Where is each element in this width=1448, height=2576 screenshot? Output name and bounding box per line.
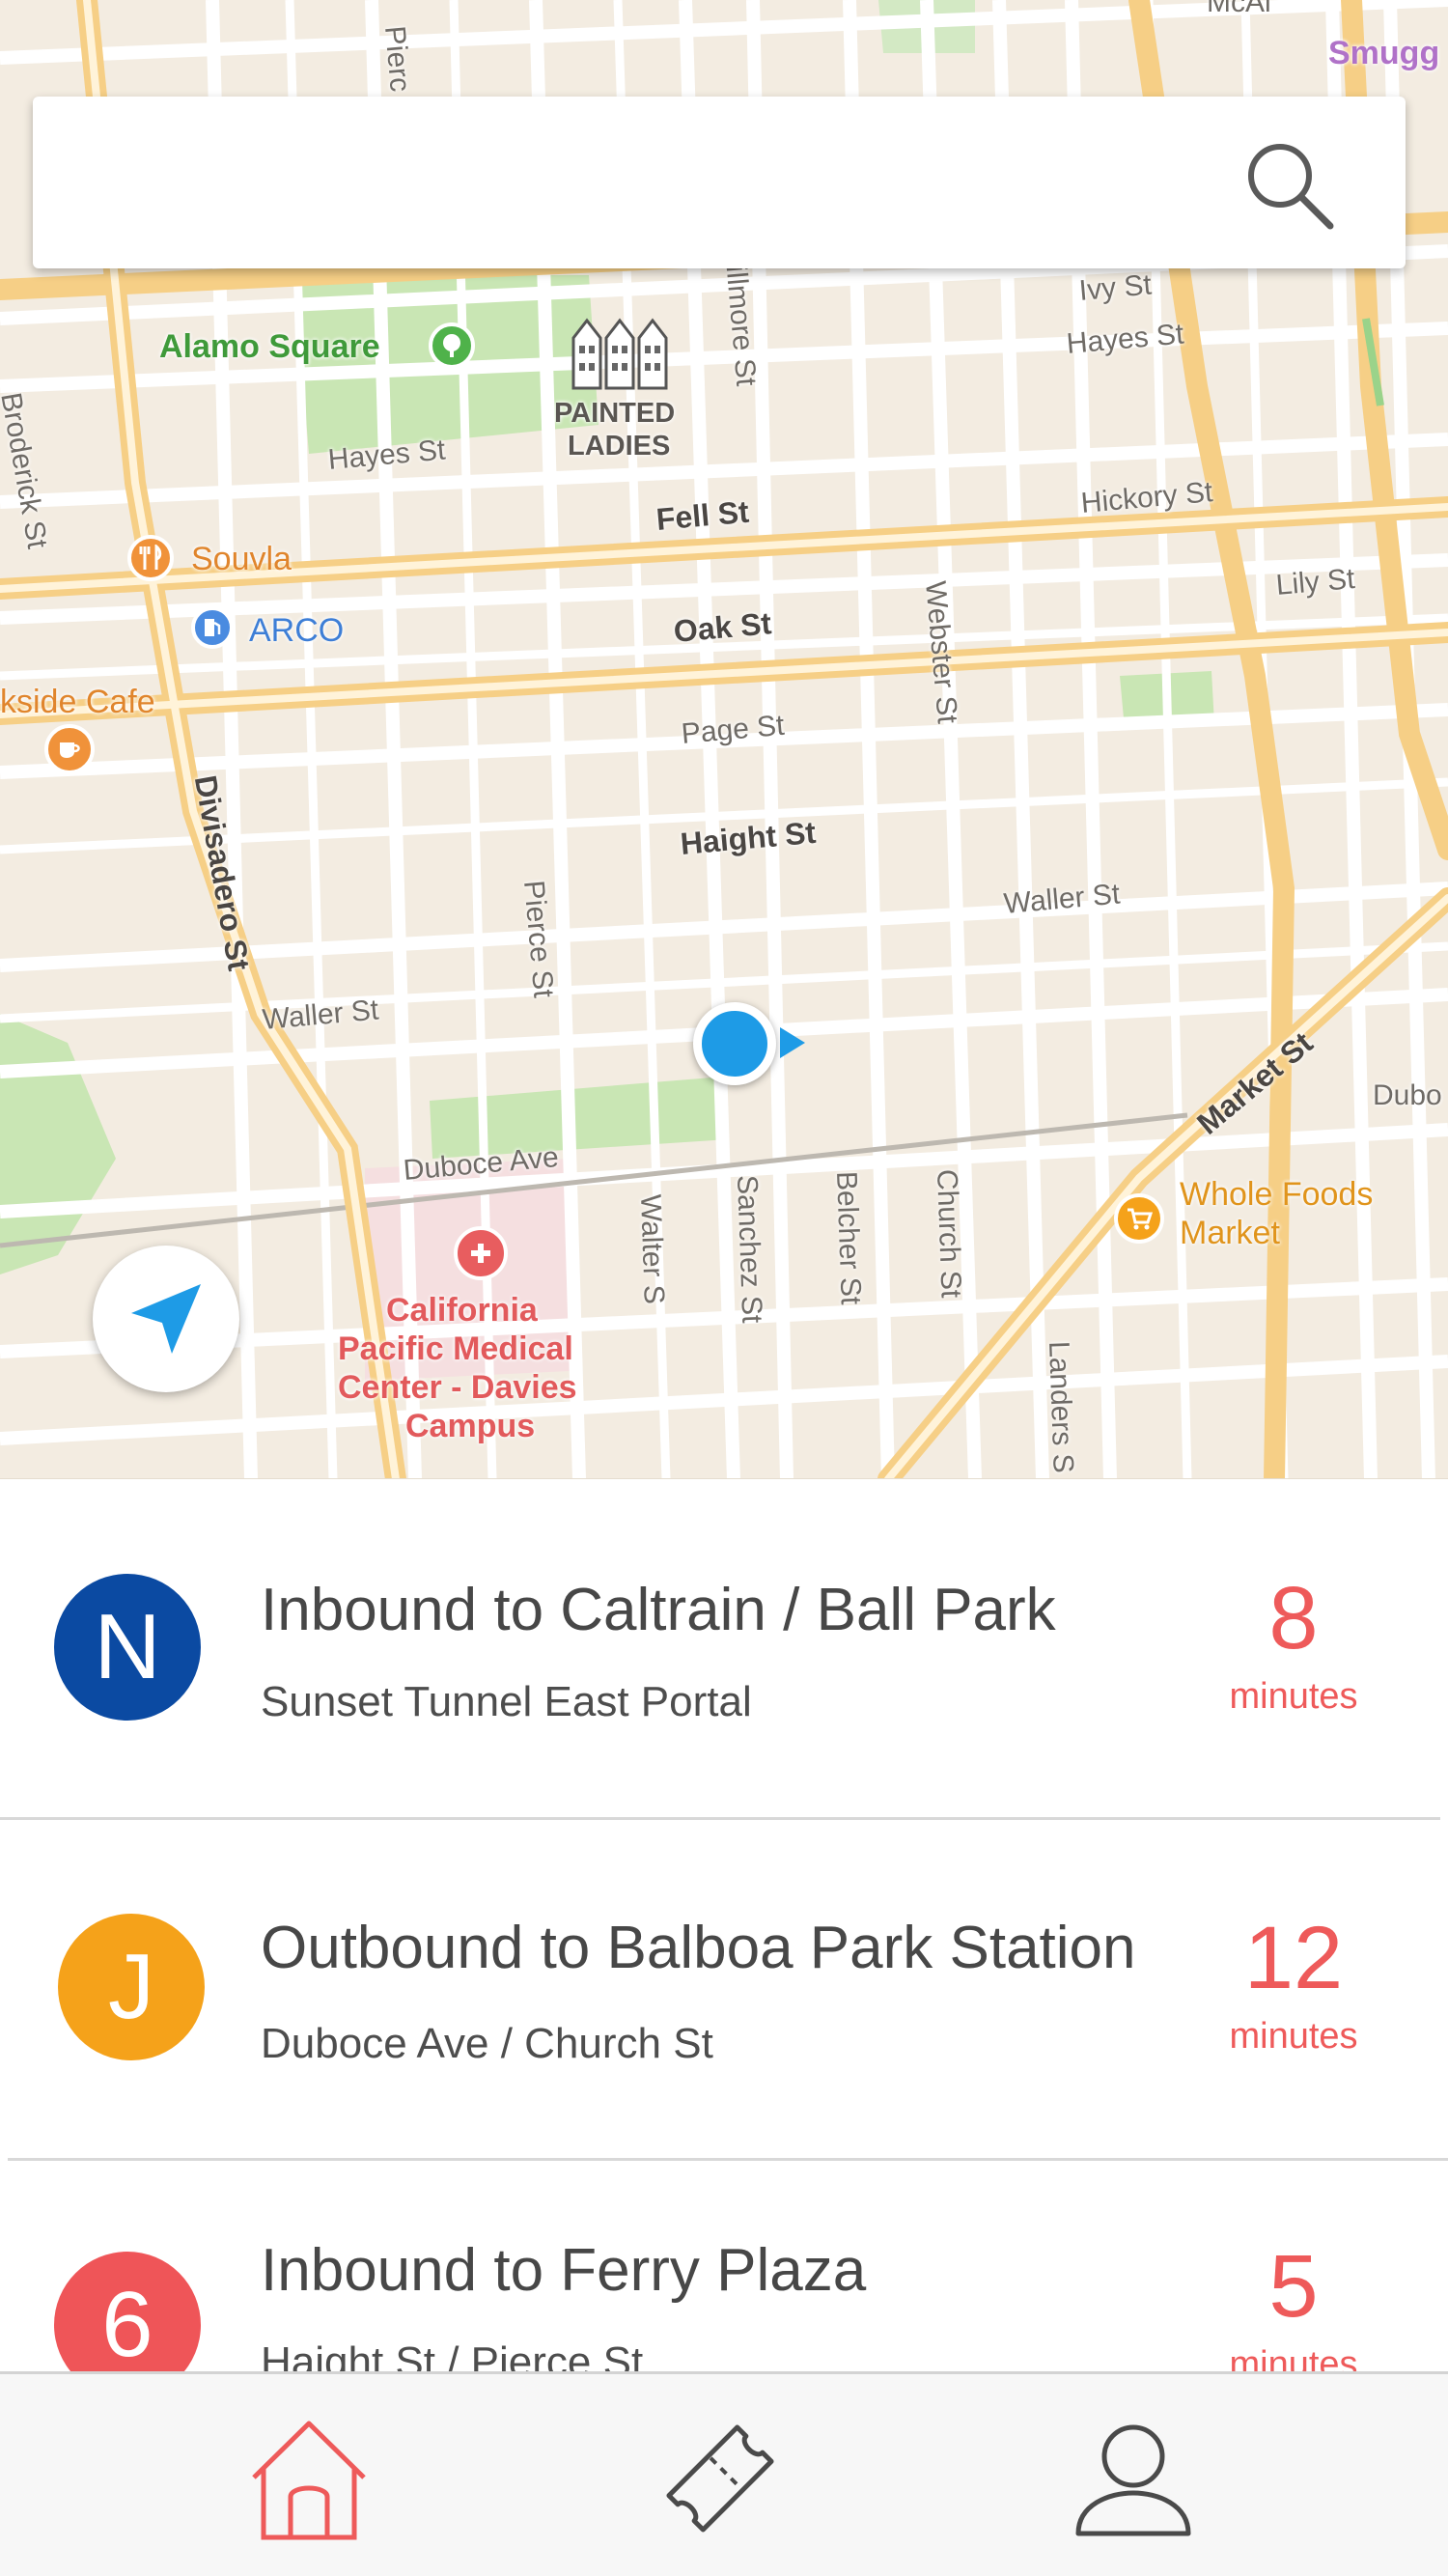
poi-label-smugg[interactable]: Smugg [1328,35,1439,72]
poi-label-arco[interactable]: ARCO [249,612,344,650]
poi-label-souvla[interactable]: Souvla [191,541,292,578]
eta-minutes: 8 [1268,1569,1319,1667]
street-label: Dubo [1373,1079,1442,1111]
eta-unit: minutes [1229,1676,1358,1717]
stop-name: Haight St / Pierce St [261,2338,644,2371]
poi-label-whole-foods[interactable]: Whole Foods [1180,1176,1373,1214]
street-label: Pierc [378,24,416,94]
route-title: Outbound to Balboa Park Station [261,1915,1136,1981]
poi-label-hospital[interactable]: Pacific Medical [338,1330,573,1368]
street-label: Church St [931,1168,967,1299]
tab-profile[interactable] [1066,2411,1201,2546]
park-icon[interactable] [429,322,475,369]
locate-me-button[interactable] [93,1246,239,1392]
street-label: Sanchez St [731,1174,768,1324]
poi-label-hospital[interactable]: Campus [405,1408,535,1445]
line-badge: 6 [54,2252,201,2371]
search-input[interactable] [62,135,1220,232]
departure-row[interactable]: 6 Inbound to Ferry Plaza Haight St / Pie… [0,2159,1448,2371]
eta-minutes: 5 [1268,2237,1319,2336]
departure-row[interactable]: N Inbound to Caltrain / Ball Park Sunset… [0,1479,1448,1820]
tab-tickets[interactable] [653,2411,788,2546]
stop-name: Duboce Ave / Church St [261,2020,713,2067]
eta-minutes: 12 [1243,1909,1344,2007]
street-label: McAl [1207,0,1271,18]
poi-label-cafe[interactable]: kside Cafe [0,684,155,721]
profile-icon [1075,2424,1191,2536]
heading-arrow-icon [780,1027,805,1058]
departure-row[interactable]: J Outbound to Balboa Park Station Duboce… [0,1819,1448,2161]
current-location-marker [693,1002,776,1085]
navigation-arrow-icon [131,1284,201,1354]
street-label: Belcher St [830,1170,867,1305]
tab-home[interactable] [241,2411,376,2546]
eta-unit: minutes [1229,2344,1358,2371]
poi-label-alamo-square[interactable]: Alamo Square [159,328,380,366]
street-label: Ivy St [1077,268,1154,307]
poi-label-painted-ladies[interactable]: LADIES [568,431,670,462]
route-title: Inbound to Caltrain / Ball Park [261,1577,1056,1643]
line-badge: N [54,1574,201,1721]
stop-name: Sunset Tunnel East Portal [261,1678,752,1725]
restaurant-icon[interactable] [127,535,174,581]
gas-station-icon[interactable] [191,606,234,649]
line-badge: J [58,1914,205,2060]
home-icon [252,2421,366,2540]
eta-unit: minutes [1229,2016,1358,2057]
poi-label-hospital[interactable]: California [386,1292,538,1330]
ticket-icon [666,2424,774,2533]
painted-ladies-icon[interactable] [570,317,676,390]
hospital-icon[interactable] [454,1226,508,1280]
shopping-cart-icon[interactable] [1114,1193,1164,1244]
search-icon[interactable] [1241,137,1338,234]
street-label: Lily St [1274,562,1356,602]
tab-bar [0,2371,1448,2576]
search-bar[interactable] [33,97,1406,268]
cafe-icon[interactable] [44,724,95,774]
departure-list: N Inbound to Caltrain / Ball Park Sunset… [0,1479,1448,2371]
poi-label-whole-foods[interactable]: Market [1180,1215,1280,1252]
poi-label-hospital[interactable]: Center - Davies [338,1369,577,1407]
poi-label-painted-ladies[interactable]: PAINTED [554,398,675,430]
street-label: Walter S [634,1193,670,1305]
street-label: Landers S [1043,1340,1079,1474]
route-title: Inbound to Ferry Plaza [261,2237,867,2304]
map-view[interactable]: Ivy St Hayes St Hayes St Hickory St Lily… [0,0,1448,1479]
